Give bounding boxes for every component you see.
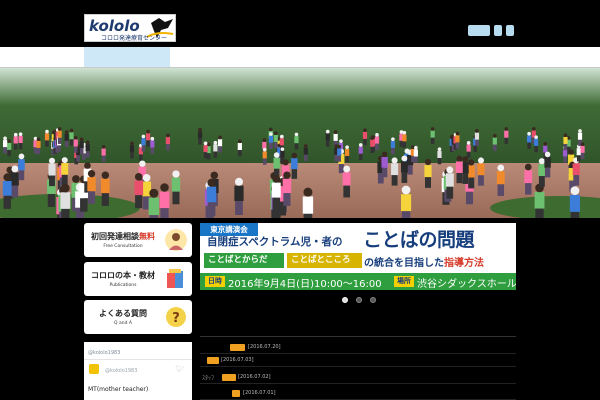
news-row[interactable]: [2016.07.20] (200, 342, 516, 354)
banner-main-title: ことばの問題 (363, 229, 475, 251)
banner-subtitle: 自閉症スペクトラム児・者の (207, 236, 343, 248)
news-prefix: ｽﾀｯﾌ (202, 375, 215, 382)
news-top-divider (200, 336, 516, 337)
header-buttons (468, 25, 514, 36)
faq-card[interactable]: よくある質問 Q and A ? (84, 300, 192, 334)
free-label: 無料 (139, 232, 155, 241)
card-subtitle: Q and A (114, 321, 132, 326)
counselor-icon (165, 229, 187, 251)
free-consultation-card[interactable]: 初回発達相談無料 Free Consultation (84, 223, 192, 257)
nav-item-active[interactable] (84, 47, 170, 67)
tweet-text: MT(mother teacher) (88, 386, 149, 393)
news-category-badge (207, 357, 219, 364)
header-button-3[interactable] (506, 25, 514, 36)
news-date: [2016.07.01] (243, 390, 276, 396)
news-row[interactable]: [2016.07.03] (200, 355, 516, 367)
books-icon (167, 269, 183, 288)
twitter-divider (84, 359, 192, 360)
card-title: よくある質問 (99, 309, 147, 318)
news-category-badge (222, 374, 236, 381)
slider-dot-1[interactable] (342, 297, 348, 303)
svg-text:?: ? (172, 311, 180, 326)
question-icon: ? (166, 307, 186, 327)
banner-pill-mind: ことばとこころ (287, 253, 362, 268)
slider-dots (342, 297, 376, 303)
news-date: [2016.07.03] (221, 357, 254, 363)
slider-dot-2[interactable] (356, 297, 362, 303)
news-row[interactable]: [2016.07.01] (200, 388, 516, 400)
global-nav (0, 47, 600, 67)
card-title: コロロの本・教材 (91, 271, 155, 280)
header-button-1[interactable] (468, 25, 490, 36)
news-category-badge (230, 344, 245, 351)
news-date: [2016.07.02] (238, 374, 271, 380)
banner-info-bar: 日時 2016年9月4日(日)10:00～16:00 場所 渋谷シダックスホール (200, 273, 516, 290)
twitter-widget: @kololo1983 @kololo1983 🐦︎ MT(mother tea… (84, 342, 192, 400)
news-row[interactable]: ｽﾀｯﾌ [2016.07.02] (200, 372, 516, 384)
card-subtitle: Free Consultation (103, 244, 143, 249)
venue-label: 場所 (394, 276, 414, 287)
site-logo[interactable]: kololo コロロ発達療育センター (84, 14, 176, 42)
site-header: kololo コロロ発達療育センター (0, 0, 600, 47)
news-list: [2016.07.20] [2016.07.03] ｽﾀｯﾌ [2016.07.… (200, 336, 516, 400)
header-button-2[interactable] (494, 25, 502, 36)
hero-image (0, 68, 600, 218)
twitter-avatar[interactable] (89, 364, 99, 374)
logo-subtitle: コロロ発達療育センター (101, 35, 168, 42)
banner-pill-body: ことばとからだ (204, 253, 284, 268)
hero-photo (0, 68, 600, 218)
slider-dot-3[interactable] (370, 297, 376, 303)
event-date: 2016年9月4日(日)10:00～16:00 (228, 279, 382, 290)
event-venue: 渋谷シダックスホール (417, 279, 516, 290)
twitter-bird-icon: 🐦︎ (175, 365, 184, 373)
card-title: 初回発達相談無料 (91, 232, 155, 241)
twitter-account-name[interactable]: @kololo1983 (105, 368, 137, 374)
news-date: [2016.07.20] (248, 344, 281, 350)
banner-goal: の統合を目指した指導方法 (364, 258, 484, 269)
twitter-handle-link[interactable]: @kololo1983 (88, 350, 120, 356)
card-subtitle: Publications (109, 283, 137, 288)
news-category-badge (232, 390, 240, 397)
date-label: 日時 (205, 276, 225, 287)
publications-card[interactable]: コロロの本・教材 Publications (84, 262, 192, 296)
lecture-banner[interactable]: 東京講演会 自閉症スペクトラム児・者の ことばの問題 ことばとからだ ことばとこ… (200, 223, 516, 290)
